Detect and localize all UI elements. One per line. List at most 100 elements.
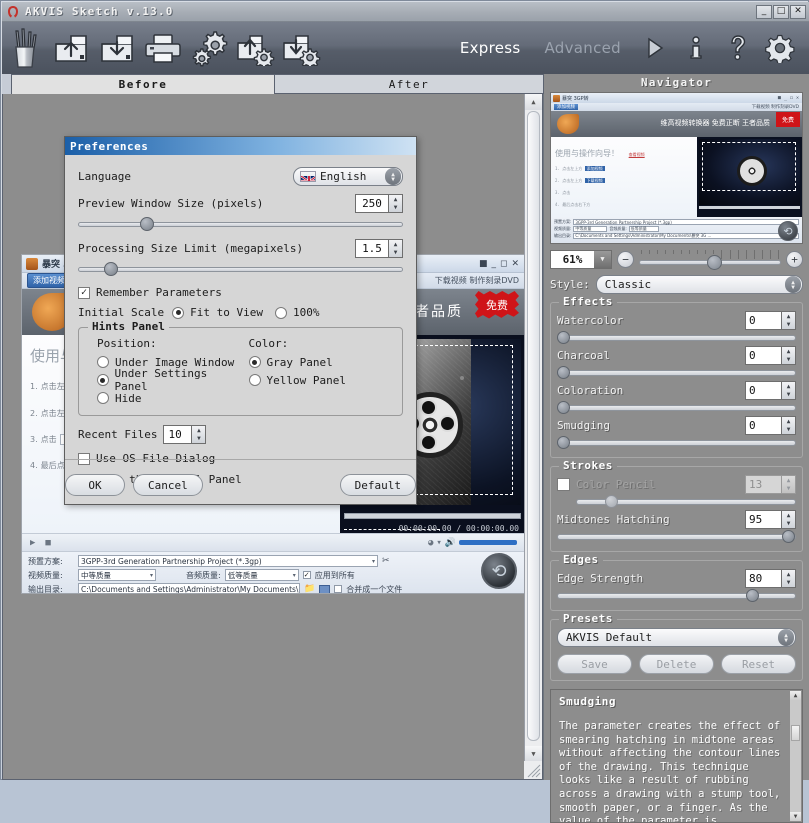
spinner-arrows-icon[interactable]: ▲ ▼	[191, 425, 207, 444]
zoom-level-combo[interactable]: 61% ▼	[550, 249, 612, 269]
tab-advanced[interactable]: Advanced	[533, 39, 634, 57]
spinner-updown-icon[interactable]: ▲ ▼	[785, 276, 801, 293]
slider-knob[interactable]	[557, 436, 570, 449]
wrench-icon[interactable]: ✂	[382, 556, 390, 566]
volume-slider[interactable]	[459, 540, 517, 545]
zoom-slider-knob[interactable]	[707, 255, 723, 270]
radio-circle[interactable]	[248, 356, 261, 368]
canvas-resize-corner[interactable]	[524, 761, 542, 779]
radio-circle[interactable]	[97, 374, 109, 386]
chevron-down-icon[interactable]: ▼	[594, 250, 611, 268]
help-question-icon[interactable]	[717, 25, 759, 71]
param-value[interactable]: 80	[745, 569, 781, 588]
settings-gears-icon[interactable]	[186, 25, 232, 71]
param-spinner[interactable]: 0 ▲ ▼	[745, 416, 796, 435]
merge-files-checkbox[interactable]	[334, 585, 343, 593]
param-spinner[interactable]: 0 ▲ ▼	[745, 346, 796, 365]
maximize-button[interactable]: □	[773, 4, 789, 19]
chevron-down-icon[interactable]: ▾	[436, 538, 441, 548]
video-quality-select[interactable]: 中等质量 ▾	[78, 569, 156, 581]
stop-icon[interactable]: ■	[45, 538, 50, 548]
spinner-arrows-icon[interactable]: ▲ ▼	[781, 569, 796, 588]
inner-menu-right-links[interactable]: 下载视频 制作刻录DVD	[435, 275, 525, 286]
folder-open-icon[interactable]: 📁	[304, 584, 315, 593]
minimize-button[interactable]: _	[756, 4, 772, 19]
param-slider[interactable]	[557, 589, 796, 602]
video-progress-bar[interactable]	[344, 513, 521, 519]
canvas-vertical-scrollbar[interactable]: ▲ ▼	[524, 94, 542, 762]
preset-scheme-select[interactable]: 3GPP-3rd Generation Partnership Project …	[78, 555, 378, 567]
tab-express[interactable]: Express	[448, 39, 533, 57]
spinner-arrows-icon[interactable]: ▲ ▼	[388, 194, 403, 213]
navigator-viewport-marquee[interactable]	[701, 142, 796, 191]
scroll-down-arrow-icon[interactable]: ▼	[790, 812, 801, 821]
remember-parameters-checkbox[interactable]: ✓	[78, 286, 90, 299]
param-spinner[interactable]: 80 ▲ ▼	[745, 569, 796, 588]
language-select[interactable]: English ▲ ▼	[293, 167, 403, 186]
default-button[interactable]: Default	[339, 474, 416, 496]
param-value[interactable]: 0	[745, 311, 781, 330]
spinner-arrows-icon[interactable]: ▲ ▼	[781, 311, 796, 330]
gear-icon[interactable]	[759, 25, 801, 71]
spinner-updown-icon[interactable]: ▲ ▼	[385, 168, 401, 185]
navigator-thumbnail[interactable]: 暴突 3GP转 ■ _ ◻ ✕ 添加视频 下载视频 制作刻录DVD 维高视频转换…	[550, 92, 803, 244]
load-preset-icon[interactable]	[232, 25, 278, 71]
param-spinner[interactable]: 0 ▲ ▼	[745, 381, 796, 400]
hints-scrollbar[interactable]: ▲ ▼	[790, 691, 801, 821]
param-value[interactable]: 0	[745, 381, 781, 400]
save-image-icon[interactable]	[94, 25, 140, 71]
param-slider[interactable]	[557, 331, 796, 344]
presets-select[interactable]: AKVIS Default ▲ ▼	[557, 628, 796, 647]
run-play-icon[interactable]	[633, 25, 675, 71]
zoom-out-button[interactable]: −	[617, 250, 634, 268]
radio-circle[interactable]	[97, 392, 109, 404]
close-button[interactable]: ✕	[790, 4, 806, 19]
ok-button[interactable]: OK	[65, 474, 125, 496]
recent-files-value[interactable]: 10	[163, 425, 192, 444]
param-spinner[interactable]: 0 ▲ ▼	[745, 311, 796, 330]
spinner-arrows-icon[interactable]: ▲ ▼	[781, 416, 796, 435]
param-spinner[interactable]: 95 ▲ ▼	[745, 510, 796, 529]
param-slider[interactable]	[557, 530, 796, 543]
processing-limit-spinner[interactable]: 1.5 ▲ ▼	[355, 239, 403, 258]
delete-preset-button[interactable]: Delete	[639, 654, 714, 674]
processing-limit-slider[interactable]	[78, 262, 403, 276]
param-value[interactable]: 0	[745, 416, 781, 435]
convert-knob-icon[interactable]: ⟲	[481, 553, 517, 589]
hints-scrollbar-thumb[interactable]	[791, 725, 800, 741]
slider-knob[interactable]	[557, 331, 570, 344]
radio-fit-to-view[interactable]	[172, 306, 185, 319]
open-image-icon[interactable]	[48, 25, 94, 71]
radio-under-settings-panel[interactable]: Under Settings Panel	[89, 367, 241, 393]
recent-files-spinner[interactable]: 10 ▲ ▼	[163, 425, 207, 444]
color-pencil-checkbox[interactable]	[557, 478, 570, 491]
preview-size-slider[interactable]	[78, 217, 403, 231]
scroll-down-arrow-icon[interactable]: ▼	[525, 746, 542, 762]
cancel-button[interactable]: Cancel	[133, 474, 203, 496]
tab-after[interactable]: After	[274, 74, 544, 94]
save-preset-icon[interactable]	[278, 25, 324, 71]
camera-icon[interactable]: ◕	[428, 538, 433, 548]
zoom-slider[interactable]	[639, 250, 781, 270]
style-select[interactable]: Classic ▲ ▼	[595, 275, 803, 294]
spinner-arrows-icon[interactable]: ▲ ▼	[781, 510, 796, 529]
volume-icon[interactable]: 🔊	[445, 538, 456, 548]
param-slider[interactable]	[557, 366, 796, 379]
print-icon[interactable]	[140, 25, 186, 71]
preview-size-spinner[interactable]: 250 ▲ ▼	[355, 194, 403, 213]
radio-circle[interactable]	[97, 356, 109, 368]
slider-knob[interactable]	[104, 262, 118, 276]
radio-100-percent[interactable]	[274, 306, 287, 319]
slider-knob[interactable]	[745, 589, 759, 602]
radio-gray-panel[interactable]: Gray Panel	[241, 353, 393, 371]
scroll-up-arrow-icon[interactable]: ▲	[525, 94, 542, 110]
tab-before[interactable]: Before	[11, 74, 275, 94]
preview-size-value[interactable]: 250	[355, 194, 388, 213]
zoom-in-button[interactable]: +	[786, 250, 803, 268]
play-icon[interactable]: ▶	[30, 538, 35, 548]
slider-knob[interactable]	[557, 401, 570, 414]
apply-all-checkbox[interactable]: ✓	[302, 571, 311, 579]
radio-circle[interactable]	[248, 374, 261, 386]
radio-yellow-panel[interactable]: Yellow Panel	[241, 371, 393, 389]
reset-preset-button[interactable]: Reset	[721, 654, 796, 674]
